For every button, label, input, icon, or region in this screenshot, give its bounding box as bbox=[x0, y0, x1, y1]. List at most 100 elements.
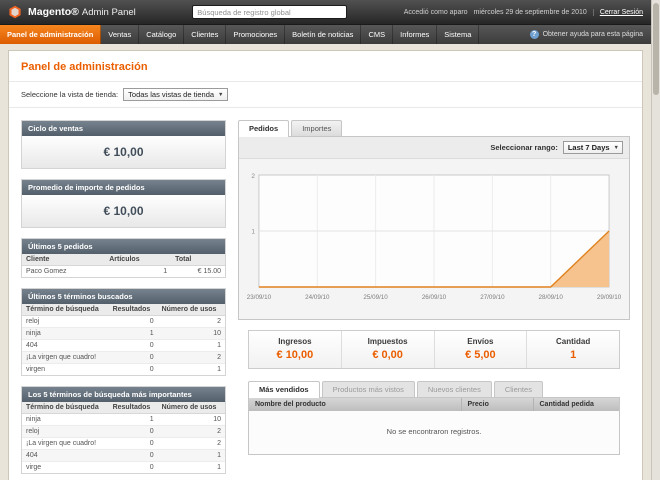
cell-results: 0 bbox=[109, 316, 158, 328]
global-search-zone bbox=[142, 5, 398, 19]
column-header: Término de búsqueda bbox=[22, 304, 109, 316]
help-link[interactable]: ? Obtener ayuda para esta página bbox=[530, 25, 651, 44]
table-row[interactable]: reloj 0 2 bbox=[22, 426, 225, 438]
orders-chart-panel: Seleccionar rango: Last 7 Days ▼ bbox=[238, 136, 630, 320]
brand-name: Magento® bbox=[28, 6, 79, 18]
top-header: Magento®Admin Panel Accedió como aparo m… bbox=[0, 0, 651, 25]
cell-term: virgen bbox=[22, 364, 109, 376]
nav-item-reports[interactable]: Informes bbox=[393, 25, 437, 44]
x-tick: 23/09/10 bbox=[247, 294, 272, 301]
store-view-select[interactable]: Todas las vistas de tienda ▼ bbox=[123, 88, 227, 101]
total-envios: Envíos € 5,00 bbox=[434, 331, 527, 368]
cell-uses: 1 bbox=[158, 364, 225, 376]
cell-term: ¡La virgen que cuadro! bbox=[22, 352, 109, 364]
nav-item-dashboard[interactable]: Panel de administración bbox=[0, 25, 101, 44]
x-tick: 24/09/10 bbox=[305, 294, 330, 301]
logout-link[interactable]: Cerrar Sesión bbox=[593, 9, 643, 16]
nav-item-newsletter[interactable]: Boletín de noticias bbox=[285, 25, 361, 44]
cell-term: ninja bbox=[22, 328, 109, 340]
global-search-input[interactable] bbox=[192, 5, 347, 19]
table-row[interactable]: ninja 1 10 bbox=[22, 414, 225, 426]
store-view-selected-value: Todas las vistas de tienda bbox=[128, 90, 214, 99]
nav-item-customers[interactable]: Clientes bbox=[184, 25, 226, 44]
lifetime-sales-value: € 10,00 bbox=[22, 136, 225, 168]
tab-importes[interactable]: Importes bbox=[291, 120, 342, 136]
nav-item-promotions[interactable]: Promociones bbox=[226, 25, 285, 44]
total-label: Ingresos bbox=[253, 337, 337, 346]
y-tick: 1 bbox=[251, 228, 255, 235]
cell-uses: 10 bbox=[158, 328, 225, 340]
x-tick: 25/09/10 bbox=[363, 294, 388, 301]
table-row[interactable]: virge 0 1 bbox=[22, 462, 225, 474]
table-row[interactable]: virgen 0 1 bbox=[22, 364, 225, 376]
cell-term: reloj bbox=[22, 316, 109, 328]
table-row[interactable]: ¡La virgen que cuadro! 0 2 bbox=[22, 352, 225, 364]
top-search-terms-table: Término de búsqueda Resultados Número de… bbox=[22, 402, 225, 473]
column-header: Término de búsqueda bbox=[22, 402, 109, 414]
cell-uses: 2 bbox=[158, 438, 225, 450]
cell-results: 1 bbox=[109, 414, 158, 426]
help-label: Obtener ayuda para esta página bbox=[543, 31, 643, 38]
chart-area: 2 1 23/09/10 24/09/10 25/09/10 26/09/10 … bbox=[239, 159, 629, 319]
column-header: Número de usos bbox=[158, 304, 225, 316]
total-impuestos: Impuestos € 0,00 bbox=[341, 331, 434, 368]
cell-results: 0 bbox=[109, 340, 158, 352]
brand-suffix: Admin Panel bbox=[82, 7, 136, 18]
cell-results: 0 bbox=[109, 438, 158, 450]
total-label: Impuestos bbox=[346, 337, 430, 346]
cell-customer: Paco Gomez bbox=[22, 266, 105, 278]
store-view-row: Seleccione la vista de tienda: Todas las… bbox=[9, 81, 642, 108]
last-search-terms-title: Últimos 5 términos buscados bbox=[22, 289, 225, 304]
grid-empty-message: No se encontraron registros. bbox=[249, 411, 619, 454]
grid-tabs: Más vendidos Productos más vistos Nuevos… bbox=[248, 381, 620, 397]
content-shell: Panel de administración Seleccione la vi… bbox=[8, 50, 643, 480]
cell-items: 1 bbox=[105, 266, 171, 278]
nav-item-system[interactable]: Sistema bbox=[437, 25, 479, 44]
tab-mas-vendidos[interactable]: Más vendidos bbox=[248, 381, 320, 398]
cell-uses: 2 bbox=[158, 426, 225, 438]
top-search-terms-box: Los 5 términos de búsqueda más important… bbox=[21, 386, 226, 474]
tab-productos-mas-vistos: Productos más vistos bbox=[322, 381, 415, 397]
column-header: Resultados bbox=[109, 402, 158, 414]
brand-title: Magento®Admin Panel bbox=[28, 6, 136, 18]
vertical-scrollbar[interactable] bbox=[651, 0, 660, 480]
dashboard-columns: Ciclo de ventas € 10,00 Promedio de impo… bbox=[9, 108, 642, 480]
lifetime-sales-title: Ciclo de ventas bbox=[22, 121, 225, 136]
cell-results: 0 bbox=[109, 352, 158, 364]
cell-uses: 10 bbox=[158, 414, 225, 426]
cell-results: 1 bbox=[109, 328, 158, 340]
table-row[interactable]: ninja 1 10 bbox=[22, 328, 225, 340]
cell-term: ¡La virgen que cuadro! bbox=[22, 438, 109, 450]
top-search-terms-title: Los 5 términos de búsqueda más important… bbox=[22, 387, 225, 402]
tab-pedidos[interactable]: Pedidos bbox=[238, 120, 289, 137]
column-header: Cliente bbox=[22, 254, 105, 266]
left-column: Ciclo de ventas € 10,00 Promedio de impo… bbox=[21, 120, 226, 480]
table-row[interactable]: reloj 0 2 bbox=[22, 316, 225, 328]
chart-toolbar: Seleccionar rango: Last 7 Days ▼ bbox=[239, 137, 629, 159]
totals-bar: Ingresos € 10,00 Impuestos € 0,00 Envíos… bbox=[248, 330, 620, 369]
column-header: Total bbox=[171, 254, 225, 266]
logged-in-text: Accedió como aparo bbox=[404, 9, 468, 16]
tab-nuevos-clientes: Nuevos clientes bbox=[417, 381, 492, 397]
table-row[interactable]: Paco Gomez 1 € 15.00 bbox=[22, 266, 225, 278]
table-row[interactable]: ¡La virgen que cuadro! 0 2 bbox=[22, 438, 225, 450]
nav-item-catalog[interactable]: Catálogo bbox=[139, 25, 184, 44]
nav-item-cms[interactable]: CMS bbox=[361, 25, 393, 44]
table-row[interactable]: 404 0 1 bbox=[22, 450, 225, 462]
grid-column-qty: Cantidad pedida bbox=[533, 398, 619, 411]
nav-item-sales[interactable]: Ventas bbox=[101, 25, 139, 44]
grid-column-price: Precio bbox=[461, 398, 533, 411]
page-title: Panel de administración bbox=[9, 51, 642, 81]
range-select[interactable]: Last 7 Days ▼ bbox=[563, 141, 623, 154]
chart-tabs: Pedidos Importes bbox=[238, 120, 630, 136]
tab-clientes: Clientes bbox=[494, 381, 543, 397]
column-header: Número de usos bbox=[158, 402, 225, 414]
table-row[interactable]: 404 0 1 bbox=[22, 340, 225, 352]
column-header: Resultados bbox=[109, 304, 158, 316]
scrollbar-thumb[interactable] bbox=[653, 3, 659, 95]
header-right: Accedió como aparo miércoles 29 de septi… bbox=[404, 9, 643, 16]
cell-term: 404 bbox=[22, 450, 109, 462]
total-value: € 10,00 bbox=[253, 349, 337, 361]
cell-term: reloj bbox=[22, 426, 109, 438]
y-tick: 2 bbox=[251, 173, 255, 180]
